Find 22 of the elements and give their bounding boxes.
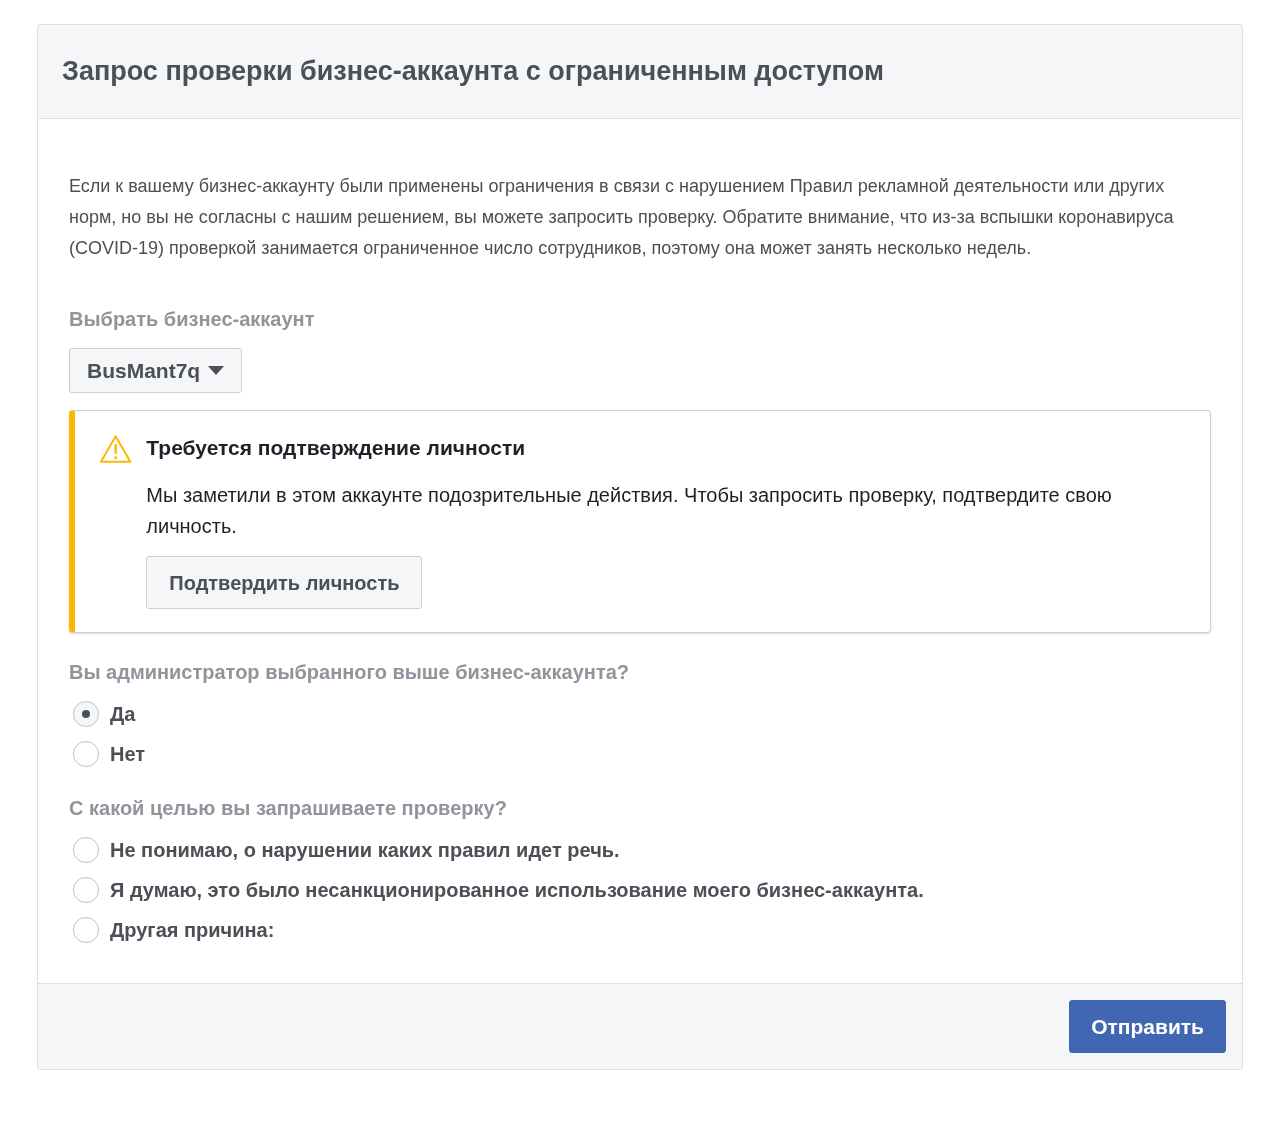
- radio-button[interactable]: [73, 701, 99, 727]
- dialog-title: Запрос проверки бизнес-аккаунта с ограниченным доступом: [62, 55, 884, 89]
- alert-message: Мы заметили в этом аккаунте подозрительные действия. Чтобы запросить проверку, подтвердите свою личность.: [146, 483, 1113, 539]
- radio-label: Да: [110, 702, 136, 727]
- radio-label: Нет: [110, 742, 146, 767]
- radio-button[interactable]: [73, 837, 99, 863]
- radio-button[interactable]: [73, 741, 99, 767]
- question-label: С какой целью вы запрашиваете проверку?: [69, 796, 508, 821]
- radio-label: Я думаю, это было несанкционированное использование моего бизнес-аккаунта.: [110, 878, 924, 903]
- alert-title: Требуется подтверждение личности: [146, 435, 527, 461]
- field-label: Выбрать бизнес-аккаунт: [69, 307, 316, 332]
- account-dropdown[interactable]: BusMant7q: [69, 348, 243, 393]
- radio-button[interactable]: [73, 917, 99, 943]
- verify-identity-button[interactable]: Подтвердить личность: [146, 556, 423, 609]
- radio-button[interactable]: [73, 877, 99, 903]
- submit-button[interactable]: Отправить: [1069, 1000, 1226, 1053]
- intro-text: Если к вашему бизнес-аккаунту были применены ограничения в связи с нарушением Правил рекламной деятельности или других норм, но вы не согласны с нашим решением, вы можете запросить проверку. Обратите внимание, что из-за вспышки коронавируса (COVID-19) проверкой занимается ограниченное число сотрудников, поэтому она может занять несколько недель.: [69, 175, 1175, 260]
- caret-icon: [208, 366, 225, 375]
- question-label: Вы администратор выбранного выше бизнес-аккаунта?: [69, 660, 631, 685]
- radio-label: Не понимаю, о нарушении каких правил идет речь.: [110, 838, 620, 863]
- warning-icon: [99, 434, 133, 464]
- radio-label: Другая причина:: [110, 918, 275, 943]
